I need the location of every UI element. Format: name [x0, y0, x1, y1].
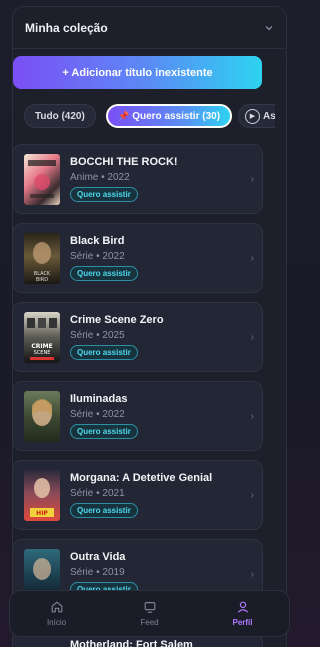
chevron-right-icon: ›	[250, 332, 254, 343]
svg-text:BIRD: BIRD	[36, 277, 48, 283]
nav-profile-label: Perfil	[232, 618, 253, 627]
chevron-down-icon[interactable]	[264, 23, 274, 33]
item-meta: Série • 2019	[70, 567, 125, 578]
user-icon	[237, 601, 248, 613]
poster-image: CRIME SCENE	[24, 312, 60, 363]
item-meta: Série • 2022	[70, 251, 125, 262]
pin-icon: 📌	[118, 110, 130, 121]
chevron-right-icon: ›	[250, 411, 254, 422]
list-item[interactable]: CRIME SCENE Crime Scene Zero Série • 202…	[12, 302, 263, 372]
item-title: Outra Vida	[70, 551, 126, 563]
item-meta: Série • 2021	[70, 488, 125, 499]
list-item[interactable]: HIP Morgana: A Detetive Genial Série • 2…	[12, 460, 263, 530]
nav-profile[interactable]: Perfil	[208, 600, 278, 627]
tab-watching[interactable]: ▶ Assist	[238, 104, 275, 128]
poster-image: BLACK BIRD	[24, 233, 60, 284]
item-title: Morgana: A Detetive Genial	[70, 472, 213, 484]
list-item[interactable]: BOCCHI THE ROCK! Anime • 2022 Quero assi…	[12, 144, 263, 214]
poster-image	[24, 154, 60, 205]
status-badge: Quero assistir	[70, 424, 138, 439]
status-badge: Quero assistir	[70, 345, 138, 360]
nav-feed[interactable]: Feed	[115, 600, 185, 627]
filter-tabs: Tudo (420) 📌 Quero assistir (30) ▶ Assis…	[12, 102, 275, 130]
item-meta: Série • 2025	[70, 330, 125, 341]
item-title: BOCCHI THE ROCK!	[70, 156, 178, 168]
home-icon	[51, 601, 62, 613]
poster-image	[24, 391, 60, 442]
status-badge: Quero assistir	[70, 503, 138, 518]
item-title: Black Bird	[70, 235, 125, 247]
svg-text:HIP: HIP	[36, 510, 48, 517]
poster-image: HIP	[24, 470, 60, 521]
bottom-nav: Início Feed Perfil	[9, 590, 290, 637]
svg-text:CRIME: CRIME	[31, 343, 52, 350]
nav-feed-label: Feed	[140, 618, 159, 627]
tv-icon	[144, 602, 155, 613]
status-badge: Quero assistir	[70, 266, 138, 281]
chevron-right-icon: ›	[250, 569, 254, 580]
play-icon: ▶	[245, 108, 260, 124]
collection-title: Minha coleção	[25, 20, 108, 35]
item-meta: Série • 2022	[70, 409, 125, 420]
item-meta: Anime • 2022	[70, 172, 130, 183]
tab-want-to-watch[interactable]: 📌 Quero assistir (30)	[106, 104, 233, 128]
tab-all[interactable]: Tudo (420)	[24, 104, 96, 128]
chevron-right-icon: ›	[250, 253, 254, 264]
nav-home-label: Início	[46, 618, 67, 627]
chevron-right-icon: ›	[250, 174, 254, 185]
tab-want-label: Quero assistir (30)	[132, 110, 221, 122]
tab-watching-label: Assist	[263, 110, 275, 122]
nav-home[interactable]: Início	[22, 600, 92, 627]
status-badge: Quero assistir	[70, 187, 138, 202]
title-list: BOCCHI THE ROCK! Anime • 2022 Quero assi…	[12, 144, 263, 618]
svg-text:SCENE: SCENE	[34, 350, 51, 356]
add-title-button[interactable]: + Adicionar título inexistente	[13, 56, 262, 89]
item-title: Crime Scene Zero	[70, 314, 164, 326]
list-item[interactable]: BLACK BIRD Black Bird Série • 2022 Quero…	[12, 223, 263, 293]
list-item[interactable]: Iluminadas Série • 2022 Quero assistir ›	[12, 381, 263, 451]
item-title: Iluminadas	[70, 393, 128, 405]
item-title: Motherland: Fort Salem	[70, 639, 193, 647]
collection-header[interactable]: Minha coleção	[13, 7, 286, 49]
chevron-right-icon: ›	[250, 490, 254, 501]
tab-all-label: Tudo (420)	[35, 110, 85, 122]
